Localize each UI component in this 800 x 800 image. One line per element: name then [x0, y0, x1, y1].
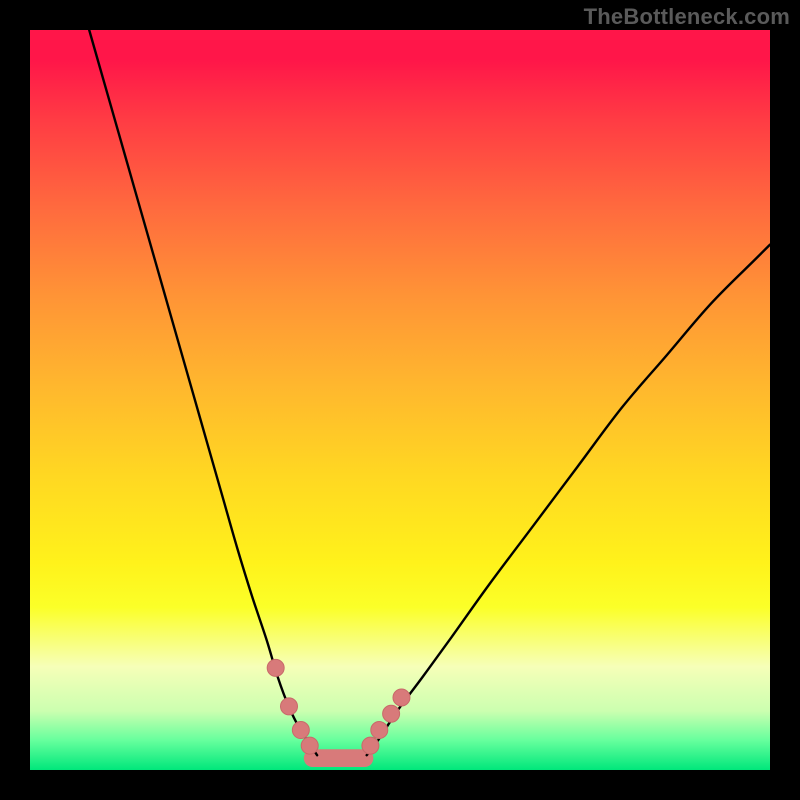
- curve-marker: [267, 659, 284, 676]
- curve-marker: [383, 705, 400, 722]
- curve-marker: [362, 737, 379, 754]
- curve-marker: [292, 722, 309, 739]
- curve-marker: [393, 689, 410, 706]
- chart-svg: [30, 30, 770, 770]
- curve-marker: [371, 722, 388, 739]
- curve-marker: [281, 698, 298, 715]
- right-curve: [367, 245, 770, 756]
- watermark-text: TheBottleneck.com: [584, 4, 790, 30]
- left-curve: [89, 30, 317, 755]
- plot-area: [30, 30, 770, 770]
- chart-frame: TheBottleneck.com: [0, 0, 800, 800]
- curve-marker: [301, 737, 318, 754]
